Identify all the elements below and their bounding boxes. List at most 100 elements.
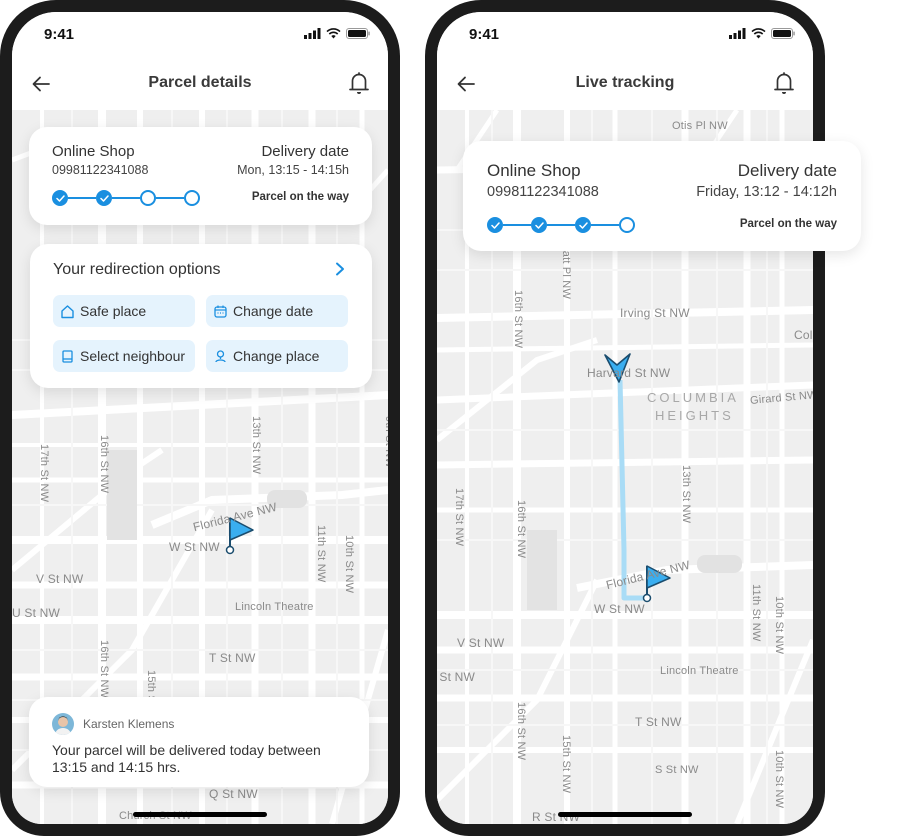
street-label: 10th St NW xyxy=(343,535,355,594)
street-label: 15th St NW xyxy=(560,735,572,794)
courier-name: Karsten Klemens xyxy=(83,717,175,731)
home-indicator[interactable] xyxy=(558,812,692,817)
select-neighbour-button[interactable]: Select neighbour xyxy=(53,340,195,372)
step-pending xyxy=(140,190,156,206)
street-label: 13th St NW xyxy=(680,465,692,524)
street-label: 16th St NW xyxy=(98,435,110,494)
message-text: Your parcel will be delivered today betw… xyxy=(52,742,321,775)
home-icon xyxy=(61,304,74,318)
step-connector xyxy=(547,224,575,226)
street-label: 11th St NW xyxy=(750,584,762,642)
street-label: Otis Pl NW xyxy=(672,120,728,132)
parcel-status: Parcel on the way xyxy=(251,191,349,203)
check-icon xyxy=(99,194,109,202)
street-label: Col xyxy=(794,328,813,342)
nav-bar: Live tracking xyxy=(437,56,813,110)
shop-name: Online Shop xyxy=(52,143,135,160)
signal-icon xyxy=(729,28,746,39)
bell-icon[interactable] xyxy=(773,71,795,95)
parcel-summary-card[interactable]: Online Shop 09981122341088 Delivery date… xyxy=(29,127,372,225)
step-pending xyxy=(619,217,635,233)
street-label: U St NW xyxy=(437,670,476,684)
street-label: Q St NW xyxy=(209,787,258,801)
parcel-summary-card[interactable]: Online Shop 09981122341088 Delivery date… xyxy=(463,141,861,251)
page-title: Parcel details xyxy=(148,74,252,91)
progress-stepper xyxy=(52,190,200,206)
step-connector xyxy=(591,224,619,226)
tracking-number: 09981122341088 xyxy=(487,184,599,200)
change-date-button[interactable]: Change date xyxy=(206,295,348,327)
delivery-window: Mon, 13:15 - 14:15h xyxy=(237,163,349,177)
street-label: W St NW xyxy=(594,602,645,616)
option-label: Change date xyxy=(233,303,314,319)
step-completed xyxy=(487,217,503,233)
poi-label: Lincoln Theatre xyxy=(660,665,739,677)
street-label: 13th St NW xyxy=(250,416,262,475)
district-label: HEIGHTS xyxy=(655,408,734,423)
step-pending xyxy=(184,190,200,206)
street-label: 11th St NW xyxy=(315,525,327,583)
redirection-title: Your redirection options xyxy=(53,261,221,278)
wifi-icon xyxy=(751,28,766,39)
delivery-date-label: Delivery date xyxy=(261,143,349,160)
battery-icon xyxy=(346,28,370,39)
nav-bar: Parcel details xyxy=(12,56,388,110)
status-bar: 9:41 xyxy=(12,12,388,56)
step-completed xyxy=(575,217,591,233)
check-icon xyxy=(490,221,500,229)
change-place-button[interactable]: Change place xyxy=(206,340,348,372)
street-label: V St NW xyxy=(457,636,505,650)
step-connector xyxy=(112,197,140,199)
status-bar: 9:41 xyxy=(437,12,813,56)
home-indicator[interactable] xyxy=(133,812,267,817)
option-label: Safe place xyxy=(80,303,147,319)
location-person-icon xyxy=(215,349,226,362)
street-label: 9th St NW xyxy=(383,416,388,468)
step-connector xyxy=(156,197,184,199)
street-label: Harvard St NW xyxy=(587,366,671,380)
courier-message-card[interactable]: Karsten Klemens Your parcel will be deli… xyxy=(29,697,369,787)
park-area xyxy=(107,450,137,540)
page-title: Live tracking xyxy=(575,74,675,91)
poi-label: Lincoln Theatre xyxy=(235,601,314,613)
delivery-date-label: Delivery date xyxy=(737,161,837,180)
screen: 9:41 Live tracking Otis Pl NW Irving St … xyxy=(437,12,813,824)
street-label: 16th St NW xyxy=(98,640,110,699)
street-label: 17th St NW xyxy=(38,444,50,503)
step-completed xyxy=(52,190,68,206)
street-label: 10th St NW xyxy=(773,596,785,655)
street-label: 17th St NW xyxy=(453,488,465,547)
phone-parcel-details: 9:41 Parcel details Florida Ave NW W St … xyxy=(0,0,400,836)
safe-place-button[interactable]: Safe place xyxy=(53,295,195,327)
phone-live-tracking: 9:41 Live tracking Otis Pl NW Irving St … xyxy=(425,0,825,836)
street-label: W St NW xyxy=(169,540,220,554)
screen: 9:41 Parcel details Florida Ave NW W St … xyxy=(12,12,388,824)
progress-stepper xyxy=(487,217,635,233)
check-icon xyxy=(534,221,544,229)
redirection-options-card: Your redirection options Safe place Chan… xyxy=(30,244,372,388)
street-label: S St NW xyxy=(655,764,699,776)
avatar xyxy=(52,713,74,735)
street-label: 16th St NW xyxy=(515,702,527,761)
step-connector xyxy=(503,224,531,226)
status-icons xyxy=(304,28,370,39)
check-icon xyxy=(55,194,65,202)
wifi-icon xyxy=(326,28,341,39)
tracking-number: 09981122341088 xyxy=(52,163,149,177)
door-icon xyxy=(62,349,73,363)
status-time: 9:41 xyxy=(44,26,75,43)
signal-icon xyxy=(304,28,321,39)
street-label: T St NW xyxy=(209,651,256,665)
bell-icon[interactable] xyxy=(348,71,370,95)
street-label: U St NW xyxy=(12,606,61,620)
street-label: 16th St NW xyxy=(515,500,527,559)
shop-name: Online Shop xyxy=(487,161,581,180)
delivery-window: Friday, 13:12 - 14:12h xyxy=(696,184,837,200)
calendar-icon xyxy=(214,305,227,318)
step-connector xyxy=(68,197,96,199)
option-label: Select neighbour xyxy=(80,348,186,364)
step-completed xyxy=(96,190,112,206)
chevron-right-icon[interactable] xyxy=(334,262,346,276)
parcel-status: Parcel on the way xyxy=(739,218,837,230)
status-time: 9:41 xyxy=(469,26,500,43)
